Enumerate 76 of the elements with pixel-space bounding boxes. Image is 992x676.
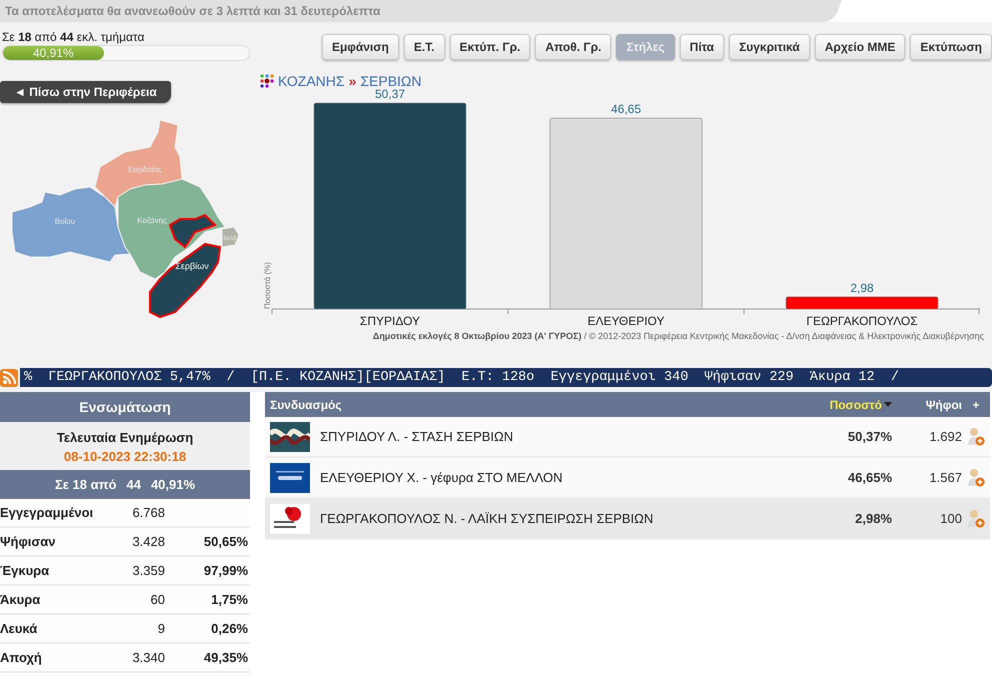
panel-title: Ενσωμάτωση	[0, 392, 250, 422]
region-label: Εορδαίας	[128, 165, 162, 174]
add-person-icon[interactable]	[967, 426, 985, 446]
add-person-icon[interactable]	[967, 468, 985, 488]
region-label: Βοΐου	[54, 217, 76, 226]
category-label: ΣΠΥΡΙΔΟΥ	[360, 314, 420, 328]
stat-count: 3.340	[131, 650, 165, 665]
stat-label: Αποχή	[0, 650, 43, 665]
stat-count: 6.768	[131, 505, 165, 520]
toolbar-button[interactable]: Αρχείο ΜΜΕ	[814, 34, 906, 60]
toolbar-button[interactable]: Συγκριτικά	[729, 34, 810, 60]
axis-title: Ποσοστά (%)	[263, 262, 272, 309]
add-person-icon[interactable]	[967, 508, 985, 528]
sort-caret-icon	[884, 402, 892, 407]
votes-cell-text: 1.567	[928, 470, 962, 485]
stat-label: Άκυρα	[0, 592, 42, 607]
breadcrumb-link[interactable]: ΣΕΡΒΙΩΝ	[360, 73, 422, 89]
category-label: ΕΛΕΥΘΕΡΙΟΥ	[588, 314, 664, 328]
toolbar-button[interactable]: Ε.Τ.	[404, 34, 444, 60]
rss-icon[interactable]	[0, 368, 18, 386]
category-label: ΓΕΩΡΓΑΚΟΠΟΥΛΟΣ	[806, 314, 918, 328]
update-label: Τελευταία Ενημέρωση	[56, 430, 194, 445]
column-header[interactable]: Συνδυασμός	[270, 398, 772, 412]
result-row[interactable]: ΓΕΩΡΓΑΚΟΠΟΥΛΟΣ Ν. - ΛΑΪΚΗ ΣΥΣΠΕΙΡΩΣΗ ΣΕΡΒΙΩΝ 2,98% 100	[265, 499, 990, 540]
percent-cell-text: 50,37%	[846, 429, 892, 444]
stat-percent: 1,75%	[210, 592, 248, 607]
percent-cell-text: 46,65%	[846, 470, 892, 485]
stat-percent: 0,26%	[210, 621, 248, 636]
data-label: 46,65	[610, 102, 642, 116]
breadcrumb-link[interactable]: ΚΟΖΑΝΗΣ	[278, 73, 345, 89]
toolbar-button[interactable]: Εκτύπ. Γρ.	[450, 34, 530, 60]
stat-label: Ψήφισαν	[0, 534, 56, 549]
refresh-notice: Τα αποτελέσματα θα ανανεωθούν σε 3 λεπτά και 31 δευτερόλεπτα	[5, 4, 380, 18]
percent-cell-text: 2,98%	[854, 511, 892, 526]
progress-reading: 40,91%	[32, 46, 74, 60]
stat-count: 60	[150, 592, 165, 607]
toolbar-button[interactable]: Πίτα	[680, 34, 724, 60]
region-label: Σερβίων	[175, 261, 209, 271]
column-header[interactable]: Ψήφοι	[892, 398, 962, 412]
stat-count: 3.359	[131, 563, 165, 578]
stat-percent: 49,35%	[202, 650, 248, 665]
stat-label: Έγκυρα	[0, 563, 50, 578]
party-logo	[270, 462, 310, 492]
region-label: Κοζάνης	[137, 216, 167, 225]
stat-percent: 97,99%	[202, 563, 248, 578]
dots-icon	[260, 74, 274, 88]
update-time: 08-10-2023 22:30:18	[64, 449, 186, 464]
party-name: ΣΠΥΡΙΔΟΥ Λ. - ΣΤΑΣΗ ΣΕΡΒΙΩΝ	[320, 429, 514, 444]
votes-cell-text: 1.692	[928, 429, 962, 444]
stat-percent: 50,65%	[202, 534, 248, 549]
summary-text: 44	[126, 477, 141, 492]
breadcrumb-separator: »	[348, 73, 356, 89]
data-label: 2,98	[850, 280, 874, 295]
party-logo	[270, 504, 310, 534]
stat-label: Λευκά	[0, 621, 38, 636]
stat-label: Εγγεγραμμένοι	[0, 505, 94, 520]
progress-label: Σε 18 από 44 εκλ. τμήματα	[2, 30, 146, 44]
column-header[interactable]: +	[962, 398, 990, 412]
summary-text: 40,91%	[150, 477, 196, 492]
toolbar-button[interactable]: Αποθ. Γρ.	[535, 34, 612, 60]
votes-cell-text: 100	[939, 511, 962, 526]
result-row[interactable]: ΣΠΥΡΙΔΟΥ Λ. - ΣΤΑΣΗ ΣΕΡΒΙΩΝ 50,37% 1.692	[265, 417, 990, 458]
toolbar-button[interactable]: Εκτύπωση	[910, 34, 992, 60]
result-row[interactable]: ΕΛΕΥΘΕΡΙΟΥ Χ. - γέφυρα ΣΤΟ ΜΕΛΛΟΝ 46,65% 1.567	[265, 458, 990, 499]
footer-text: Δημοτικές εκλογές 8 Οκτωβρίου 2023 (Α' ΓΥΡΟΣ) / © 2012-2023 Περιφέρεια Κεντρικής Μακεδονίας - Δ/νση Διαφάνειας & Ηλεκτρονικής Διακυβέρνησης	[372, 331, 985, 341]
column-header[interactable]: Ποσοστό	[772, 398, 892, 412]
party-name: ΕΛΕΥΘΕΡΙΟΥ Χ. - γέφυρα ΣΤΟ ΜΕΛΛΟΝ	[320, 470, 564, 485]
back-button[interactable]: ◄ Πίσω στην Περιφέρεια	[0, 81, 171, 103]
party-name: ΓΕΩΡΓΑΚΟΠΟΥΛΟΣ Ν. - ΛΑΪΚΗ ΣΥΣΠΕΙΡΩΣΗ ΣΕΡΒΙΩΝ	[320, 511, 654, 526]
stat-count: 3.428	[131, 534, 165, 549]
news-ticker: % ΓΕΩΡΓΑΚΟΠΟΥΛΟΣ 5,47% / [Π.Ε. ΚΟΖΑΝΗΣ][ΕΟΡΔΑΙΑΣ] Ε.Τ: 128ο Εγγεγραμμένοι 340 Ψήφισαν 229 Άκυρα 12 /	[20, 368, 992, 387]
stat-count: 9	[156, 621, 165, 636]
data-label: 50,37	[374, 89, 406, 101]
toolbar-button[interactable]: Εμφάνιση	[322, 34, 399, 60]
summary-text: Σε 18 από	[54, 477, 116, 492]
party-logo	[270, 422, 310, 452]
